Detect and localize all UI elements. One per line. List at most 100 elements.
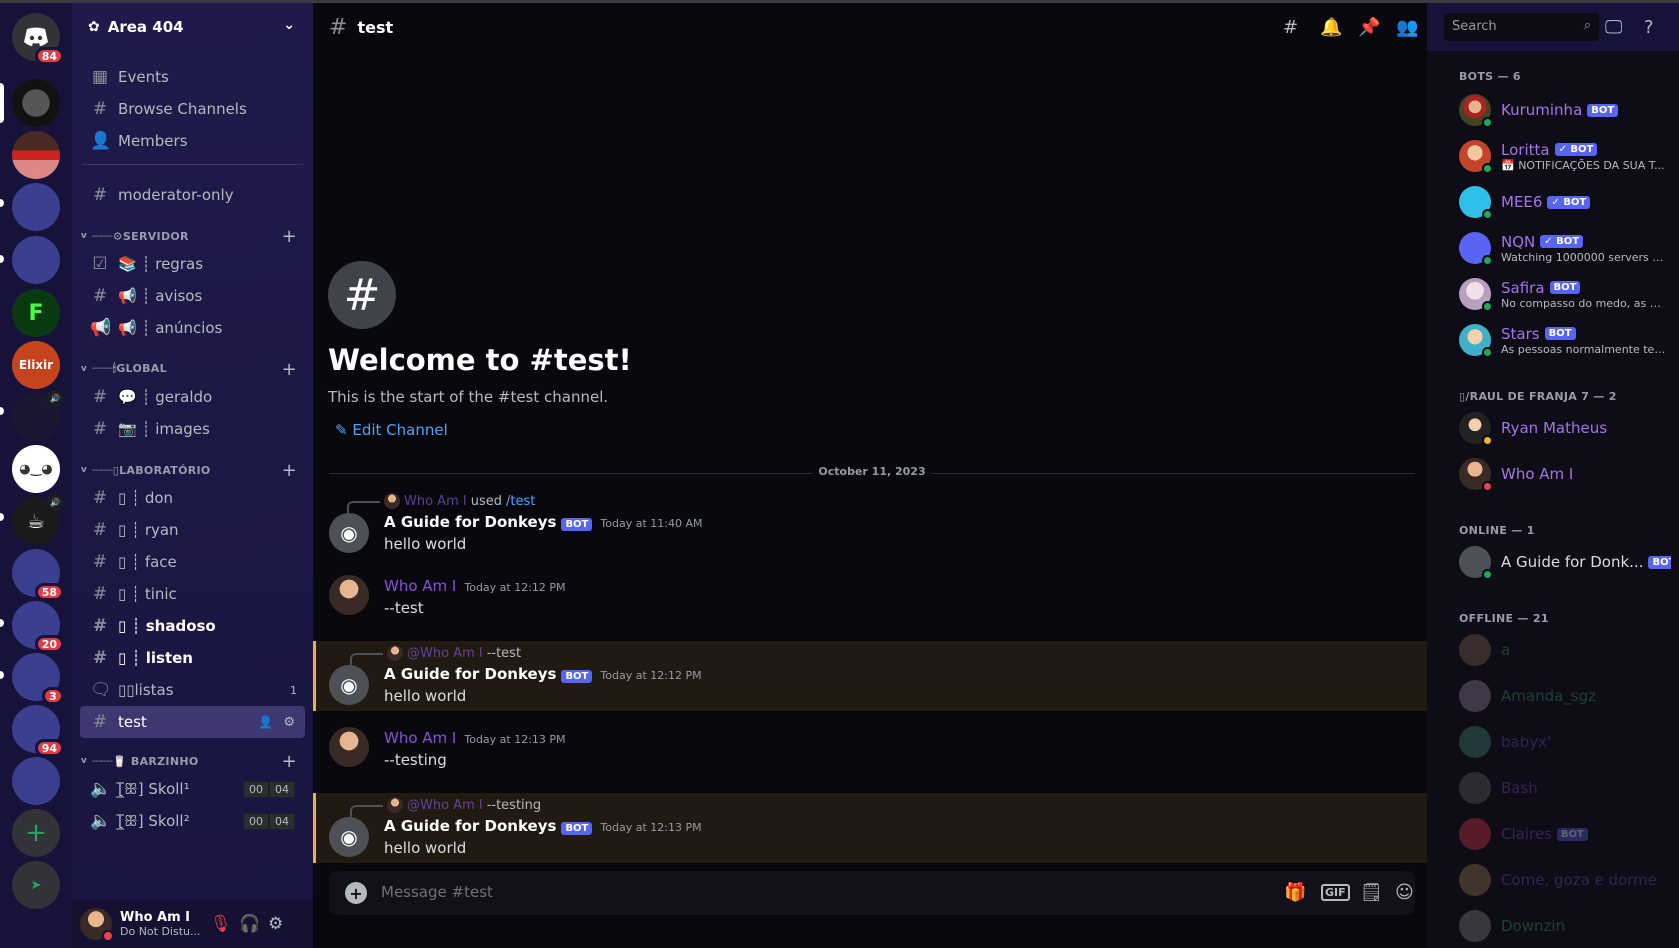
member-kuruminha[interactable]: Kuruminha BOT bbox=[1459, 89, 1671, 131]
message-composer[interactable]: + Message #test 🎁 GIF 🗒 ☺ bbox=[329, 871, 1415, 915]
author-name[interactable]: A Guide for Donkeys bbox=[384, 513, 556, 531]
mute-microphone-icon[interactable]: 🎙 bbox=[210, 914, 232, 934]
notification-bell-icon[interactable]: 🔔 bbox=[1320, 17, 1342, 38]
direct-messages-button[interactable]: 84 bbox=[12, 13, 64, 65]
member-who-am-i[interactable]: Who Am I bbox=[1459, 453, 1671, 495]
avatar[interactable] bbox=[329, 575, 369, 615]
gift-icon[interactable]: 🎁 bbox=[1284, 882, 1306, 903]
server-coffee[interactable]: ☕ 🔊 bbox=[12, 494, 63, 545]
attach-plus-icon[interactable]: + bbox=[345, 882, 367, 904]
sticker-icon[interactable]: 🗒 bbox=[1360, 882, 1383, 903]
member-offline[interactable]: Bash bbox=[1459, 767, 1671, 809]
help-icon[interactable]: ? bbox=[1644, 17, 1654, 38]
edit-channel-link[interactable]: ✎ Edit Channel bbox=[335, 421, 448, 439]
gear-icon[interactable]: ⚙ bbox=[283, 715, 295, 730]
reply-preview[interactable]: @Who Am I --testing bbox=[350, 797, 541, 817]
server-folder-6[interactable]: 94 bbox=[12, 705, 64, 757]
server-folder-5[interactable]: 3 bbox=[12, 653, 64, 705]
server-folder-3[interactable]: 58 bbox=[12, 549, 64, 601]
message[interactable]: Who Am Iused/test ◉ A Guide for Donkeys B… bbox=[313, 489, 1427, 557]
sidebar-item-browse-channels[interactable]: # Browse Channels bbox=[80, 93, 305, 125]
member-loritta[interactable]: Loritta ✓ BOT 📅 NOTIFICAÇÕES DA SUA T... bbox=[1459, 135, 1671, 177]
channel-listen[interactable]: # ▯ ┊ listen bbox=[80, 642, 305, 674]
channel-test[interactable]: # test 👤 ⚙ bbox=[80, 706, 305, 738]
voice-channel-skoll1[interactable]: 🔈 [̲̅ꕥ] Skoll¹ 00 04 bbox=[80, 773, 305, 805]
server-folder-2[interactable] bbox=[12, 236, 60, 284]
channel-moderator-only[interactable]: # moderator-only bbox=[80, 179, 305, 211]
create-channel-plus-icon[interactable]: + bbox=[282, 226, 297, 247]
inbox-icon[interactable]: 🖵 bbox=[1605, 17, 1622, 38]
server-elixir[interactable]: Elixir bbox=[12, 341, 60, 389]
channel-tinic[interactable]: # ▯ ┊ tinic bbox=[80, 578, 305, 610]
message[interactable]: Who Am I Today at 12:13 PM --testing bbox=[313, 721, 1427, 777]
reply-preview[interactable]: Who Am Iused/test bbox=[347, 493, 535, 513]
member-mee6[interactable]: MEE6 ✓ BOT bbox=[1459, 181, 1671, 223]
user-settings-gear-icon[interactable]: ⚙ bbox=[268, 914, 283, 934]
message-mention[interactable]: @Who Am I --testing ◉ A Guide for Donkeys… bbox=[313, 793, 1427, 863]
avatar[interactable] bbox=[80, 908, 114, 942]
category-laboratorio[interactable]: v ┈┈┈▯LABORATÓRIO + bbox=[76, 458, 309, 482]
author-name[interactable]: A Guide for Donkeys bbox=[384, 817, 556, 835]
gif-button[interactable]: GIF bbox=[1321, 884, 1350, 901]
channel-geraldo[interactable]: # 💬 ┊ geraldo bbox=[80, 381, 305, 413]
avatar[interactable] bbox=[329, 727, 369, 767]
channel-anuncios[interactable]: 📢 📢 ┊ anúncios bbox=[80, 312, 305, 344]
add-server-button[interactable]: + bbox=[12, 809, 60, 857]
channel-images[interactable]: # 📷 ┊ images bbox=[80, 413, 305, 445]
user-info[interactable]: Who Am I Do Not Distu... bbox=[120, 910, 201, 938]
member-offline[interactable]: Amanda_sgz bbox=[1459, 675, 1671, 717]
channel-regras[interactable]: ☑ 📚 ┊ regras bbox=[80, 248, 305, 280]
bot-avatar-discord-icon[interactable]: ◉ bbox=[329, 665, 369, 705]
bot-avatar-discord-icon[interactable]: ◉ bbox=[329, 817, 369, 857]
author-name[interactable]: Who Am I bbox=[384, 729, 456, 747]
server-f[interactable]: F bbox=[12, 289, 60, 337]
message[interactable]: Who Am I Today at 12:12 PM --test bbox=[313, 569, 1427, 625]
member-offline[interactable]: Claires BOT bbox=[1459, 813, 1671, 855]
member-ryan-matheus[interactable]: Ryan Matheus bbox=[1459, 407, 1671, 449]
category-barzinho[interactable]: v ┈┈┈🥛 BARZINHO + bbox=[76, 749, 309, 773]
server-folder-7[interactable] bbox=[12, 757, 60, 805]
member-stars[interactable]: Stars BOT As pessoas normalmente tem... bbox=[1459, 319, 1671, 361]
slash-command-link[interactable]: /test bbox=[506, 494, 535, 509]
sidebar-item-events[interactable]: ▦ Events bbox=[80, 61, 305, 93]
member-a-guide-for-donkeys[interactable]: A Guide for Donk... BOT bbox=[1459, 541, 1671, 583]
category-servidor[interactable]: v ┈┈┈⚙SERVIDOR + bbox=[76, 224, 309, 248]
bot-avatar-discord-icon[interactable]: ◉ bbox=[329, 513, 369, 553]
member-list-icon[interactable]: 👥 bbox=[1396, 17, 1418, 38]
headphones-icon[interactable]: 🎧 bbox=[239, 914, 260, 934]
channel-avisos[interactable]: # 📢 ┊ avisos bbox=[80, 280, 305, 312]
channel-don[interactable]: # ▯ ┊ don bbox=[80, 482, 305, 514]
author-name[interactable]: Who Am I bbox=[384, 577, 456, 595]
member-nqn[interactable]: NQN ✓ BOT Watching 1000000 servers an... bbox=[1459, 227, 1671, 269]
channel-face[interactable]: # ▯ ┊ face bbox=[80, 546, 305, 578]
sidebar-item-members[interactable]: 👤 Members bbox=[80, 125, 305, 157]
search-input[interactable]: Search ⌕ bbox=[1444, 13, 1599, 41]
emoji-icon[interactable]: ☺ bbox=[1395, 882, 1414, 903]
member-offline[interactable]: a bbox=[1459, 629, 1671, 671]
forum-listas[interactable]: 🗨 ▯▯listas 1 bbox=[80, 674, 305, 706]
member-offline[interactable]: Downzin bbox=[1459, 905, 1671, 947]
member-safira[interactable]: Safira BOT No compasso do medo, as not... bbox=[1459, 273, 1671, 315]
voice-channel-skoll2[interactable]: 🔈 [̲̅ꕥ] Skoll² 00 04 bbox=[80, 805, 305, 837]
server-bun[interactable]: ◕‿◕ bbox=[12, 445, 60, 493]
author-name[interactable]: A Guide for Donkeys bbox=[384, 665, 556, 683]
server-folder-4[interactable]: 20 bbox=[12, 601, 64, 653]
create-channel-plus-icon[interactable]: + bbox=[282, 460, 297, 481]
create-channel-plus-icon[interactable]: + bbox=[282, 359, 297, 380]
pin-icon[interactable]: 📌 bbox=[1358, 17, 1380, 38]
threads-icon[interactable]: # bbox=[1283, 17, 1298, 38]
explore-servers-button[interactable]: ➤ bbox=[12, 861, 60, 909]
reply-preview[interactable]: @Who Am I --test bbox=[350, 645, 521, 665]
member-offline[interactable]: babyx' bbox=[1459, 721, 1671, 763]
create-channel-plus-icon[interactable]: + bbox=[282, 751, 297, 772]
message-input[interactable]: Message #test bbox=[381, 883, 493, 901]
member-offline[interactable]: Come, goza e dorme bbox=[1459, 859, 1671, 901]
channel-ryan[interactable]: # ▯ ┊ ryan bbox=[80, 514, 305, 546]
category-global[interactable]: v ┈┈┈🕯GLOBAL + bbox=[76, 357, 309, 381]
message-mention[interactable]: @Who Am I --test ◉ A Guide for Donkeys BOT… bbox=[313, 641, 1427, 711]
server-area404[interactable] bbox=[12, 79, 60, 127]
server-2[interactable] bbox=[12, 131, 60, 179]
guild-header[interactable]: ✿ Area 404 ⌄ bbox=[72, 3, 313, 51]
invite-icon[interactable]: 👤 bbox=[258, 715, 273, 729]
server-music[interactable]: 🔊 bbox=[12, 390, 63, 441]
